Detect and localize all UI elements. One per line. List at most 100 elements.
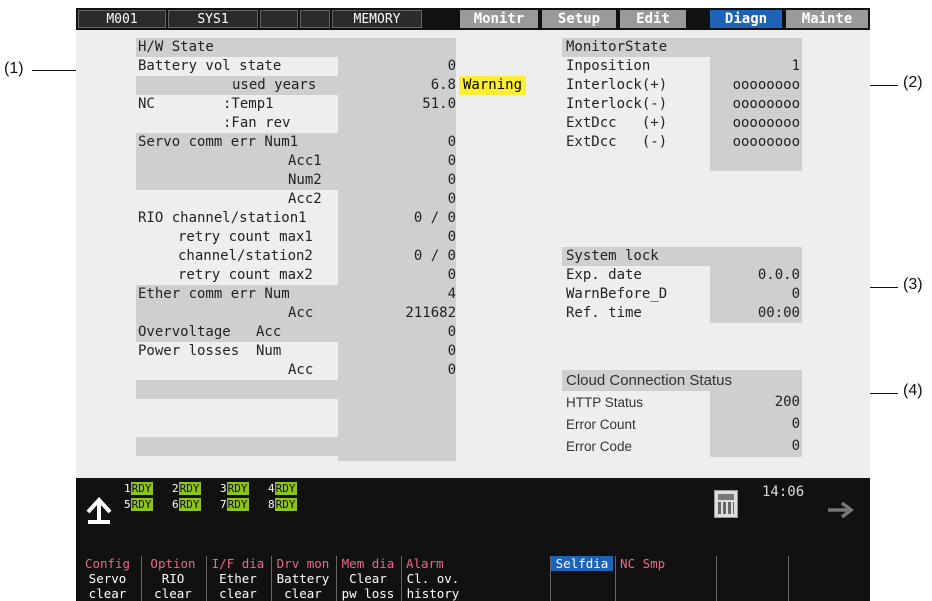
fkey-alarm-label: Alarm	[406, 556, 444, 571]
inposition-label: Inposition	[566, 58, 651, 74]
interlock-minus-label: Interlock(-)	[566, 96, 668, 112]
fkey-selfdia-sub2	[551, 586, 613, 601]
acc1-value: 0	[447, 153, 456, 169]
extdcc-plus-value: oooooooo	[732, 115, 800, 131]
fkey-drv-mon-sub2: clear	[284, 586, 322, 601]
error-code-value: 0	[791, 438, 800, 454]
fkey-option-sub2: clear	[154, 586, 192, 601]
warn-before-label: WarnBefore_D	[566, 286, 668, 302]
tab-diagn[interactable]: Diagn	[710, 10, 782, 28]
fkey-if-dia[interactable]: I/F dia Ether clear	[206, 556, 269, 601]
fkey-empty-2[interactable]	[788, 556, 851, 601]
rdy-indicator-7: 7RDY	[220, 498, 249, 511]
retry1-label: retry count max1	[178, 229, 313, 245]
operation-mode: MEMORY	[332, 10, 422, 28]
warn-before-value: 0	[791, 286, 800, 302]
up-arrow-icon[interactable]	[84, 494, 114, 524]
next-arrow-icon[interactable]	[826, 500, 856, 520]
num2-value: 0	[447, 172, 456, 188]
fkey-alarm-sub1: Cl. ov.	[406, 571, 460, 586]
tab-mainte[interactable]: Mainte	[786, 10, 868, 28]
fkey-option[interactable]: Option RIO clear	[141, 556, 204, 601]
ether-acc-label: Acc	[288, 305, 314, 321]
tab-edit[interactable]: Edit	[620, 10, 686, 28]
fkey-nc-smp[interactable]: NC Smp	[615, 556, 678, 601]
retry2-value: 0	[447, 267, 456, 283]
interlock-plus-label: Interlock(+)	[566, 77, 668, 93]
rdy-indicator-4: 4RDY	[268, 482, 297, 495]
error-count-value: 0	[791, 416, 800, 432]
fkey-nc-smp-label: NC Smp	[620, 556, 666, 571]
fkey-alarm[interactable]: Alarm Cl. ov. history	[401, 556, 464, 601]
callout-3: (3)	[903, 276, 923, 293]
tab-setup[interactable]: Setup	[542, 10, 616, 28]
retry1-value: 0	[447, 229, 456, 245]
fkey-selfdia-sub1	[551, 571, 613, 586]
blank-field-1	[260, 10, 298, 28]
monitor-title: MonitorState	[566, 39, 668, 55]
ether-label: Ether comm err Num	[138, 286, 290, 302]
rdy-indicator-8: 8RDY	[268, 498, 297, 511]
fkey-config-label: Config	[84, 556, 131, 571]
http-status-label: HTTP Status	[566, 395, 644, 410]
interlock-minus-value: oooooooo	[732, 96, 800, 112]
diagnosis-content: H/W State Battery vol state 0 used years…	[76, 30, 870, 468]
inposition-value: 1	[791, 58, 800, 74]
fkey-mem-dia-label: Mem dia	[341, 556, 395, 571]
ether-acc-value: 211682	[405, 305, 456, 321]
power-acc-label: Acc	[288, 362, 314, 378]
fkey-config[interactable]: Config Servo clear	[76, 556, 139, 601]
exp-date-value: 0.0.0	[757, 267, 800, 283]
overvoltage-value: 0	[447, 324, 456, 340]
extdcc-minus-label: ExtDcc (-)	[566, 134, 668, 150]
fkey-selfdia[interactable]: Selfdia	[550, 556, 613, 601]
rdy-indicator-6: 6RDY	[172, 498, 201, 511]
calculator-icon[interactable]	[714, 490, 738, 518]
fkey-if-dia-sub2: clear	[219, 586, 257, 601]
fkey-nc-smp-sub2	[616, 586, 678, 601]
cloud-title: Cloud Connection Status	[566, 372, 732, 389]
fkey-nc-smp-sub1	[616, 571, 678, 586]
servo-num1-value: 0	[447, 134, 456, 150]
fkey-empty-1[interactable]	[716, 556, 779, 601]
nc-label: NC	[138, 96, 155, 112]
cnc-screen: M001 SYS1 MEMORY Monitr Setup Edit Diagn…	[76, 8, 870, 601]
fkey-mem-dia[interactable]: Mem dia Clear pw loss	[336, 556, 399, 601]
fkey-if-dia-sub1: Ether	[219, 571, 257, 586]
fkey-option-label: Option	[150, 556, 196, 571]
tab-monitr[interactable]: Monitr	[460, 10, 538, 28]
fkey-alarm-sub2: history	[406, 586, 460, 601]
extdcc-plus-label: ExtDcc (+)	[566, 115, 668, 131]
fkey-drv-mon[interactable]: Drv mon Battery clear	[271, 556, 334, 601]
callout-1: (1)	[4, 60, 24, 77]
warning-badge: Warning	[459, 76, 527, 95]
temp-label: :Temp1	[223, 96, 274, 112]
ref-time-label: Ref. time	[566, 305, 642, 321]
fkey-empty-2-label	[789, 556, 851, 571]
extdcc-minus-value: oooooooo	[732, 134, 800, 150]
rio1-value: 0 / 0	[413, 210, 456, 226]
fkey-option-sub1: RIO	[161, 571, 185, 586]
error-count-label: Error Count	[566, 417, 636, 432]
ref-time-value: 00:00	[757, 305, 800, 321]
fkey-config-sub1: Servo	[88, 571, 127, 586]
hw-title: H/W State	[138, 39, 214, 55]
error-code-label: Error Code	[566, 439, 633, 454]
rdy-indicator-2: 2RDY	[172, 482, 201, 495]
top-status-bar: M001 SYS1 MEMORY Monitr Setup Edit Diagn…	[76, 8, 870, 30]
power-losses-num-value: 0	[447, 343, 456, 359]
fkey-if-dia-label: I/F dia	[211, 556, 265, 571]
system-name: SYS1	[168, 10, 258, 28]
num2-label: Num2	[288, 172, 322, 188]
retry2-label: retry count max2	[178, 267, 313, 283]
clock-time: 14:06	[762, 484, 805, 500]
fkey-empty-1-label	[717, 556, 779, 571]
blank-field-2	[300, 10, 330, 28]
rio2-value: 0 / 0	[413, 248, 456, 264]
fkey-mem-dia-sub1: Clear	[349, 571, 387, 586]
interlock-plus-value: oooooooo	[732, 77, 800, 93]
fkey-selfdia-label: Selfdia	[551, 556, 613, 571]
acc2-value: 0	[447, 191, 456, 207]
acc2-label: Acc2	[288, 191, 322, 207]
temp-value: 51.0	[422, 96, 456, 112]
